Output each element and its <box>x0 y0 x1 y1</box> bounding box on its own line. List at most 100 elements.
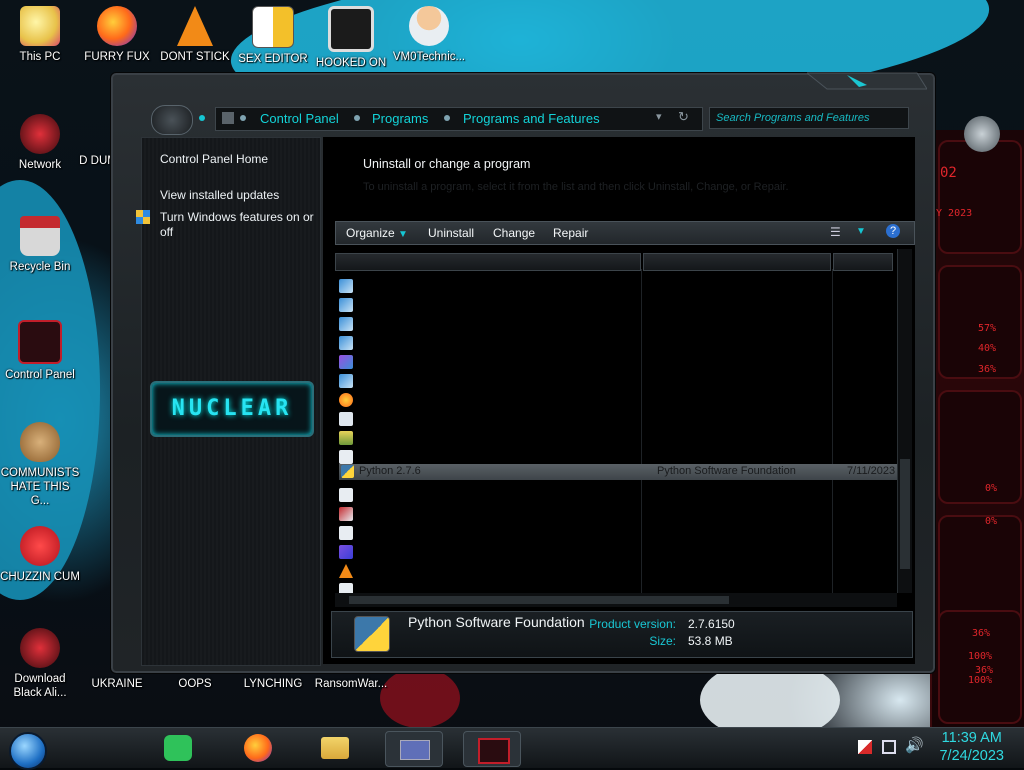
network-icon[interactable] <box>882 740 896 754</box>
back-forward-button[interactable] <box>151 105 193 135</box>
desktop-icon-communists[interactable]: COMMUNISTS HATE THIS G... <box>0 422 80 508</box>
volume-icon[interactable]: 🔊 <box>905 736 924 754</box>
taskbar-control-panel[interactable] <box>385 731 443 767</box>
money-bag-icon <box>20 422 60 462</box>
recycle-bin-icon <box>20 216 60 256</box>
address-bar[interactable]: Control Panel Programs Programs and Feat… <box>215 107 703 131</box>
folder-icon <box>321 737 349 759</box>
document-icon[interactable] <box>339 412 353 426</box>
flag-icon[interactable] <box>858 740 872 754</box>
program-installed-cell: 7/11/2023 <box>847 465 896 477</box>
desktop-icon-control-panel[interactable]: Control Panel <box>0 320 80 382</box>
alien-logo-icon <box>964 116 1000 152</box>
window-app-icon[interactable] <box>339 488 353 502</box>
python-icon <box>354 616 390 652</box>
control-panel-icon <box>18 320 62 364</box>
firefox-icon[interactable] <box>339 393 353 407</box>
scrollbar-thumb[interactable] <box>900 459 910 569</box>
installer-icon[interactable] <box>339 279 353 293</box>
start-button[interactable] <box>9 732 47 770</box>
installer-icon[interactable] <box>339 298 353 312</box>
task-pane: Control Panel Home View installed update… <box>136 137 321 666</box>
chevron-down-icon[interactable]: ▼ <box>856 226 866 237</box>
desktop-icon-label: Download Black Ali... <box>13 673 67 699</box>
desktop-icon-sex-editor[interactable]: SEX EDITOR <box>233 6 313 66</box>
hud-text: 0% <box>985 516 998 527</box>
desktop-icon-label: VM0Technic... <box>392 51 466 63</box>
python-icon <box>341 465 354 478</box>
desktop-icon-lynching[interactable]: LYNCHING <box>233 677 313 691</box>
desktop-icon-chuzzin[interactable]: CHUZZIN CUM <box>0 526 80 584</box>
desktop-icon-this-pc[interactable]: This PC <box>0 6 80 64</box>
desktop-icon-ukraine[interactable]: UKRAINE <box>77 677 157 691</box>
desktop-icon-label: Control Panel <box>5 369 75 381</box>
breadcrumb-control-panel[interactable]: Control Panel <box>260 111 339 126</box>
organize-button[interactable]: Organize ▼ <box>346 226 408 240</box>
column-divider <box>641 269 642 593</box>
notepad-icon[interactable] <box>339 431 353 445</box>
window-app-icon[interactable] <box>339 450 353 464</box>
breadcrumb-programs-and-features[interactable]: Programs and Features <box>463 111 600 126</box>
taskbar-firefox[interactable] <box>230 731 286 765</box>
control-panel-home-link[interactable]: Control Panel Home <box>160 152 268 166</box>
desktop-icon-label: RansomWar... <box>314 678 388 690</box>
vertical-scrollbar[interactable] <box>897 249 912 593</box>
scrollbar-thumb[interactable] <box>349 596 729 604</box>
view-options-icon[interactable]: ☰ <box>830 225 841 239</box>
chevron-down-icon[interactable]: ▾ <box>656 110 662 123</box>
programs-and-features-window: Control Panel Programs Programs and Feat… <box>110 72 936 674</box>
desktop-icon-label: UKRAINE <box>91 678 143 690</box>
green-notes-icon <box>164 735 192 761</box>
help-icon[interactable]: ? <box>886 224 900 238</box>
nuclear-logo-text: NUCLEAR <box>171 396 293 421</box>
maze-game-icon <box>328 6 374 52</box>
desktop-icon-recycle-bin[interactable]: Recycle Bin <box>0 216 80 274</box>
horizontal-scrollbar[interactable] <box>335 593 897 607</box>
desktop-icon-label: FURRY FUX <box>84 51 150 63</box>
desktop-icon-furry-fux[interactable]: FURRY FUX <box>77 6 157 64</box>
vlc-cone-icon[interactable] <box>339 564 353 578</box>
breadcrumb-separator-icon <box>240 115 246 121</box>
clock-time: 11:39 AM <box>941 730 1002 746</box>
breadcrumb-programs[interactable]: Programs <box>372 111 428 126</box>
visual-studio-icon[interactable] <box>339 545 353 559</box>
system-clock[interactable]: 11:39 AM 7/24/2023 <box>939 729 1004 765</box>
refresh-icon[interactable]: ↻ <box>678 109 689 125</box>
taskbar-notes-app[interactable] <box>150 731 206 765</box>
repair-button[interactable]: Repair <box>553 226 588 240</box>
desktop-icon-oops[interactable]: OOPS <box>155 677 235 691</box>
desktop-icon-network[interactable]: Network <box>0 114 80 172</box>
desktop-icon-download-black[interactable]: Download Black Ali... <box>0 628 80 700</box>
desktop-icon-ransomware[interactable]: RansomWar... <box>311 677 391 691</box>
desktop-icon-hooked-on[interactable]: HOOKED ON <box>311 6 391 70</box>
desktop-icon-vm0technic[interactable]: VM0Technic... <box>389 6 469 64</box>
cartoon-face-icon <box>20 6 60 46</box>
table-row-selected[interactable]: Python 2.7.6 Python Software Foundation … <box>339 464 903 480</box>
doctor-avatar-icon <box>409 6 449 46</box>
installer-icon[interactable] <box>339 336 353 350</box>
details-publisher: Python Software Foundation <box>408 614 585 630</box>
desktop-icon-label: Recycle Bin <box>9 261 71 273</box>
desktop-icon-label: LYNCHING <box>243 678 303 690</box>
taskbar-file-explorer[interactable] <box>307 731 363 765</box>
app-icon[interactable] <box>339 507 353 521</box>
windows-features-link[interactable]: Turn Windows features on or off <box>160 210 318 240</box>
change-button[interactable]: Change <box>493 226 535 240</box>
taskbar-red-app[interactable] <box>463 731 521 767</box>
window-app-icon[interactable] <box>339 526 353 540</box>
page-subtitle: To uninstall a program, select it from t… <box>363 181 789 193</box>
program-publisher-cell: Python Software Foundation <box>657 465 796 477</box>
view-installed-updates-link[interactable]: View installed updates <box>160 188 279 202</box>
window-app-icon[interactable] <box>339 583 353 593</box>
search-input[interactable]: Search Programs and Features <box>709 107 909 129</box>
desktop-icon-dont-stick[interactable]: DONT STICK <box>155 6 235 64</box>
installer-icon[interactable] <box>339 374 353 388</box>
hud-text: 57% <box>978 323 997 334</box>
hud-text: 0% <box>985 483 998 494</box>
installer-icon[interactable] <box>339 317 353 331</box>
desktop-icon-label: COMMUNISTS HATE THIS G... <box>0 467 80 507</box>
hud-text: LY 2023 <box>930 208 973 219</box>
content-pane: Uninstall or change a program To uninsta… <box>323 137 915 664</box>
visual-studio-icon[interactable] <box>339 355 353 369</box>
uninstall-button[interactable]: Uninstall <box>428 226 474 240</box>
